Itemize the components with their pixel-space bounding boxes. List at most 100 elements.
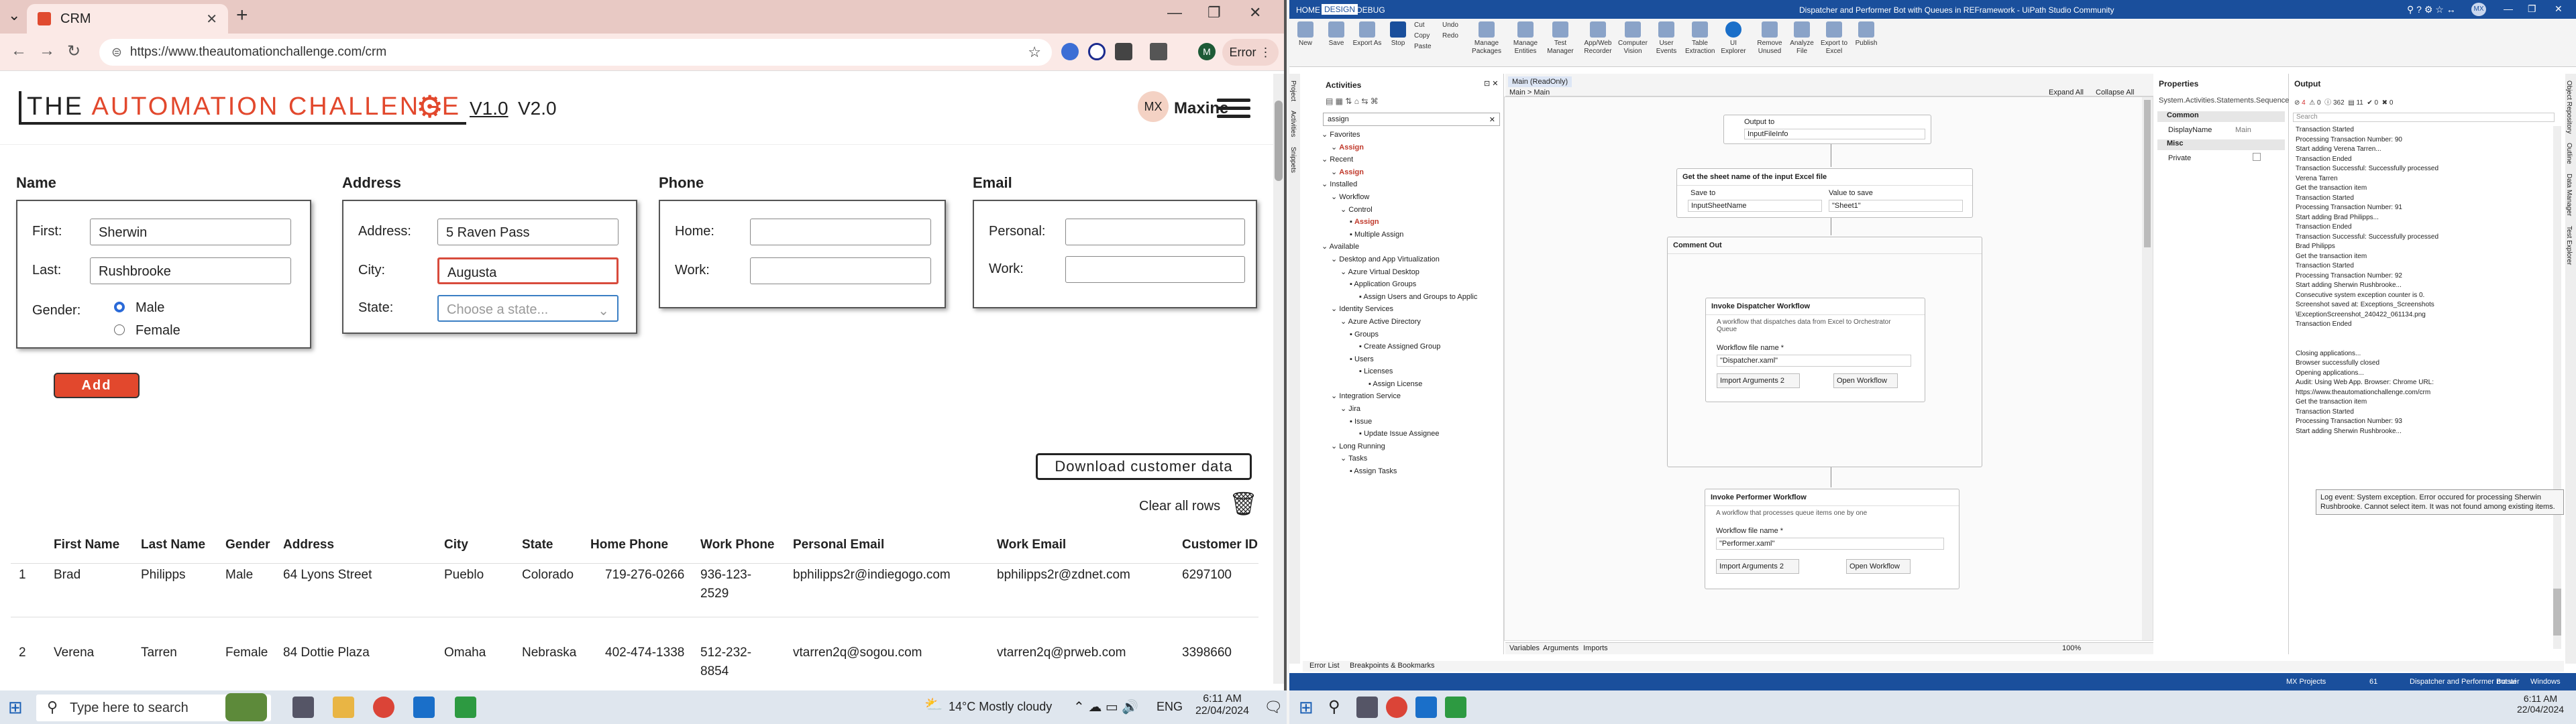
menu-design[interactable]: DESIGN <box>1322 4 1358 15</box>
gender-female-radio[interactable] <box>114 324 125 335</box>
activity-tree-item[interactable]: ⌄ Control <box>1312 204 1477 217</box>
file-explorer-icon[interactable] <box>333 697 354 718</box>
activities-search-input[interactable]: assign ✕ <box>1323 113 1500 126</box>
status-windows[interactable]: Windows <box>2530 678 2561 686</box>
status-count[interactable]: 61 <box>2369 678 2377 686</box>
ribbon-manage-packages-button[interactable]: Manage Packages <box>1472 21 1501 56</box>
log-line[interactable]: Processing Transaction Number: 92 <box>2296 272 2551 282</box>
import-arguments-button[interactable]: Import Arguments 2 <box>1716 559 1799 574</box>
info-count[interactable]: 362 <box>2333 99 2345 107</box>
status-branch[interactable]: master <box>2497 678 2520 686</box>
log-line[interactable]: Browser successfully closed <box>2296 359 2551 369</box>
activity-tree-item[interactable]: ⌄ Workflow <box>1312 191 1477 204</box>
side-tab-data-manager[interactable]: Data Manager <box>2565 174 2573 216</box>
ribbon-export-button[interactable]: Export As <box>1352 21 1382 48</box>
workflow-canvas[interactable]: Output to InputFileInfo Get the sheet na… <box>1504 97 2153 641</box>
address-input[interactable]: 5 Raven Pass <box>437 219 619 245</box>
log-line[interactable]: Processing Transaction Number: 90 <box>2296 136 2551 146</box>
hamburger-menu-icon[interactable] <box>1217 94 1250 123</box>
maximize-icon[interactable]: ❐ <box>1208 4 1221 21</box>
log-line[interactable]: Transaction Ended <box>2296 223 2551 233</box>
open-workflow-button[interactable]: Open Workflow <box>1846 559 1911 574</box>
minimize-icon[interactable]: — <box>1167 4 1182 21</box>
imports-tab[interactable]: Imports <box>1583 644 1608 652</box>
get-sheet-name-activity[interactable]: Get the sheet name of the input Excel fi… <box>1676 168 1973 218</box>
bookmark-star-icon[interactable]: ☆ <box>1028 44 1041 61</box>
activity-tree-item[interactable]: ⌄ Identity Services <box>1312 303 1477 316</box>
breakpoints-tab[interactable]: Breakpoints & Bookmarks <box>1350 662 1435 670</box>
log-line[interactable]: https://www.theautomationchallenge.com/c… <box>2296 389 2551 399</box>
output-scrollbar[interactable] <box>2553 126 2561 649</box>
site-logo[interactable]: THE AUTOMATION CHALLENGE <box>19 91 467 125</box>
site-info-icon[interactable]: ⊜ <box>111 45 122 60</box>
invoke-dispatcher-activity[interactable]: Invoke Dispatcher Workflow A workflow th… <box>1705 298 1925 402</box>
version-v2-link[interactable]: V2.0 <box>518 98 557 119</box>
user-avatar[interactable]: MX <box>1138 91 1169 122</box>
ribbon-new-button[interactable]: New <box>1291 21 1320 48</box>
activity-tree-item[interactable]: ▪ Assign Tasks <box>1312 465 1477 478</box>
tray-icons[interactable]: ⌃ ☁ ▭ 🔊 <box>1073 699 1138 715</box>
add-button[interactable]: Add <box>54 373 140 398</box>
error-list-tab[interactable]: Error List <box>1309 662 1340 670</box>
puzzle-icon[interactable] <box>1115 43 1132 60</box>
activity-tree-item[interactable]: ▪ Licenses <box>1312 365 1477 378</box>
activity-tree-item[interactable]: ▪ Update Issue Assignee <box>1312 428 1477 440</box>
activity-tree-item[interactable]: ⌄ Jira <box>1312 403 1477 416</box>
common-category[interactable]: Common <box>2157 111 2285 122</box>
sheet-var-field[interactable]: InputSheetName <box>1688 200 1822 212</box>
status-projects[interactable]: MX Projects <box>2286 678 2326 686</box>
variables-tab[interactable]: Variables <box>1509 644 1540 652</box>
ribbon-table-extraction-button[interactable]: Table Extraction <box>1685 21 1715 56</box>
log-line[interactable]: Transaction Successful: Successfully pro… <box>2296 233 2551 243</box>
version-v1-link[interactable]: V1.0 <box>470 98 508 119</box>
display-name-value[interactable]: Main <box>2235 126 2251 134</box>
widgets-icon[interactable] <box>225 693 267 721</box>
ribbon-stop-button[interactable]: Stop <box>1383 21 1413 48</box>
log-line[interactable]: Start adding Sherwin Rushbrooke... <box>2296 428 2551 438</box>
collapse-all-button[interactable]: Collapse All <box>2096 88 2134 97</box>
verbose-count[interactable]: 0 <box>2375 99 2379 107</box>
reload-icon[interactable]: ↻ <box>67 42 80 61</box>
expand-all-button[interactable]: Expand All <box>2049 88 2084 97</box>
fatal-count[interactable]: 0 <box>2390 99 2394 107</box>
breadcrumb[interactable]: Main > Main <box>1509 88 1550 97</box>
log-line[interactable]: Processing Transaction Number: 91 <box>2296 204 2551 214</box>
activity-tree-item[interactable]: ⌄ Assign <box>1312 166 1477 179</box>
side-tab-project[interactable]: Project <box>1289 80 1297 101</box>
log-line[interactable]: Get the transaction item <box>2296 253 2551 263</box>
uipath-assistant-icon[interactable] <box>1415 697 1437 718</box>
log-line[interactable]: Start adding Brad Philipps... <box>2296 214 2551 224</box>
arguments-tab[interactable]: Arguments <box>1543 644 1578 652</box>
ribbon-test-manager-button[interactable]: Test Manager <box>1546 21 1575 56</box>
log-line[interactable]: \ExceptionScreenshot_240422_061134.png <box>2296 311 2551 321</box>
uipath-assistant-icon[interactable] <box>413 697 435 718</box>
activity-tree-item[interactable]: ▪ Assign Users and Groups to Applic <box>1312 291 1477 304</box>
misc-category[interactable]: Misc <box>2157 139 2285 150</box>
log-line[interactable]: Get the transaction item <box>2296 398 2551 408</box>
side-tab-snippets[interactable]: Snippets <box>1289 147 1297 173</box>
dispatcher-file-field[interactable]: "Dispatcher.xaml" <box>1717 355 1911 367</box>
extension-icon[interactable] <box>1088 43 1106 60</box>
chrome-icon[interactable] <box>373 697 394 718</box>
weather-icon[interactable]: ⛅ <box>924 696 943 713</box>
windows-start-icon[interactable]: ⊞ <box>8 697 23 718</box>
activity-tree-item[interactable]: ▪ Groups <box>1312 328 1477 341</box>
browser-tab[interactable]: CRM ✕ <box>27 4 228 34</box>
work-email-input[interactable] <box>1065 256 1245 283</box>
activity-tree-item[interactable]: ⌄ Tasks <box>1312 452 1477 465</box>
ribbon-undo-button[interactable]: Undo <box>1442 21 1466 29</box>
output-filter-bar[interactable]: ⊘ 4 ⚠ 0 ⓘ 362 ▤ 11 ✔ 0 ✖ 0 <box>2294 97 2393 107</box>
log-line[interactable]: Get the transaction item <box>2296 184 2551 194</box>
menu-debug[interactable]: DEBUG <box>1356 5 1385 15</box>
side-tab-outline[interactable]: Outline <box>2565 143 2573 164</box>
invoke-performer-activity[interactable]: Invoke Performer Workflow A workflow tha… <box>1705 489 1960 589</box>
activity-tree-item[interactable]: ▪ Create Assigned Group <box>1312 341 1477 353</box>
assign-output-activity[interactable]: Output to InputFileInfo <box>1723 115 1931 144</box>
ribbon-redo-button[interactable]: Redo <box>1442 32 1466 40</box>
log-line[interactable]: Verena Tarren <box>2296 175 2551 185</box>
side-tab-test-explorer[interactable]: Test Explorer <box>2565 226 2573 265</box>
first-name-input[interactable]: Sherwin <box>90 219 291 245</box>
log-line[interactable]: Transaction Ended <box>2296 320 2551 330</box>
ribbon-publish-button[interactable]: Publish <box>1851 21 1881 48</box>
activity-tree-item[interactable]: ⌄ Desktop and App Virtualization <box>1312 253 1477 266</box>
